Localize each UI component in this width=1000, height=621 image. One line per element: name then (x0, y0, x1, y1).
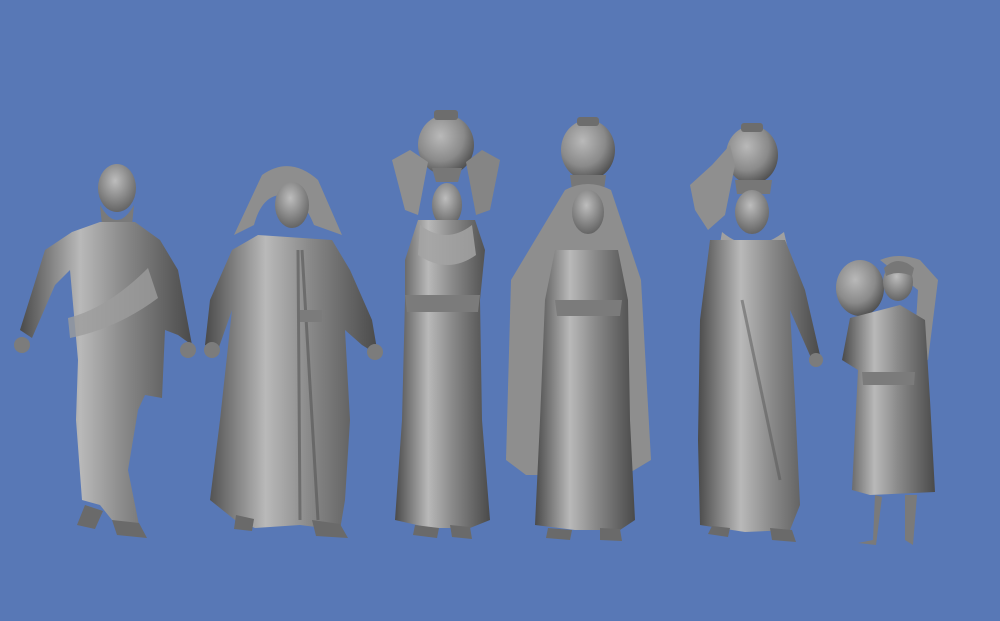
render-viewport (0, 0, 1000, 621)
render-canvas (0, 0, 1000, 621)
